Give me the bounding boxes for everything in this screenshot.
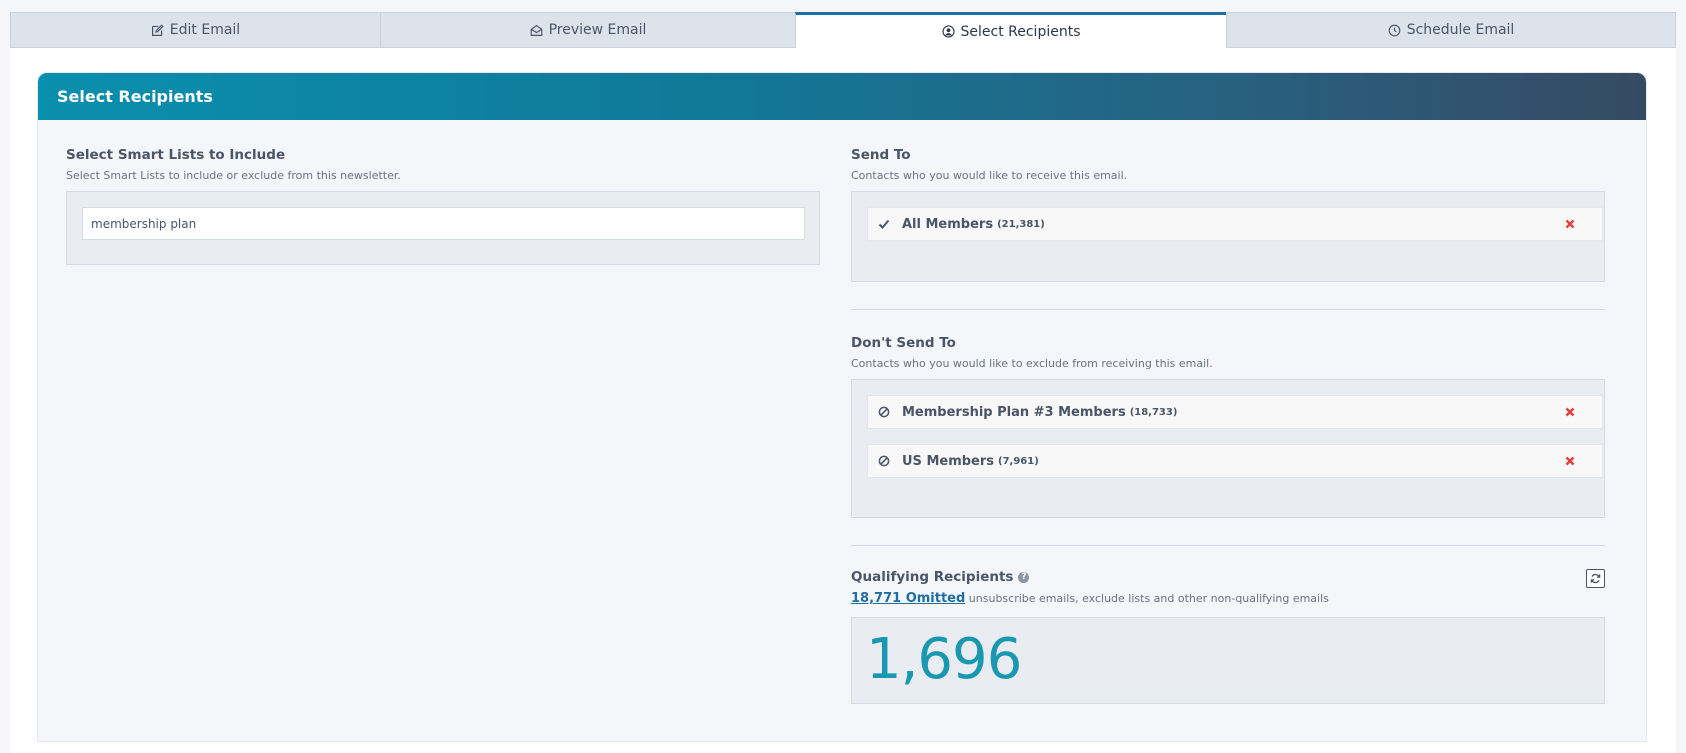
refresh-icon (1590, 573, 1601, 584)
send-to-item: All Members (21,381) (867, 207, 1603, 241)
tab-panel: Select Recipients Select Smart Lists to … (10, 48, 1676, 753)
remove-icon[interactable] (1564, 218, 1576, 230)
send-to-subtitle: Contacts who you would like to receive t… (851, 169, 1128, 182)
omitted-description: unsubscribe emails, exclude lists and ot… (965, 592, 1329, 605)
list-name: Membership Plan #3 Members (902, 404, 1126, 420)
tab-label: Select Recipients (960, 23, 1081, 40)
tab-label: Preview Email (548, 22, 647, 38)
card-header: Select Recipients (38, 73, 1646, 120)
omitted-link[interactable]: 18,771 Omitted (851, 591, 965, 606)
card-title: Select Recipients (57, 87, 213, 106)
list-count: (7,961) (998, 455, 1039, 467)
tab-preview-email[interactable]: Preview Email (380, 12, 795, 48)
list-name: US Members (902, 453, 995, 469)
clock-icon (1388, 24, 1401, 36)
ban-icon (878, 406, 892, 418)
qualifying-total: 1,696 (866, 627, 1022, 692)
remove-icon[interactable] (1564, 455, 1576, 467)
smart-list-search-input[interactable] (82, 207, 805, 240)
edit-icon (151, 23, 164, 36)
tab-bar: Edit Email Preview Email Select Recipien… (10, 12, 1676, 48)
send-to-title: Send To (851, 147, 911, 163)
smart-lists-box (66, 191, 820, 265)
tab-schedule-email[interactable]: Schedule Email (1226, 12, 1676, 48)
tab-edit-email[interactable]: Edit Email (10, 12, 380, 48)
send-to-box: All Members (21,381) (851, 191, 1605, 282)
qualifying-label: Qualifying Recipients (851, 569, 1014, 585)
refresh-button[interactable] (1586, 569, 1605, 588)
envelope-open-icon (530, 24, 542, 36)
recipients-card: Select Recipients Select Smart Lists to … (37, 72, 1647, 742)
smart-lists-title: Select Smart Lists to Include (66, 147, 286, 163)
divider (851, 545, 1605, 546)
help-icon[interactable]: ? (1018, 571, 1030, 583)
exclude-item: US Members (7,961) (867, 444, 1603, 478)
divider (851, 309, 1605, 310)
list-count: (21,381) (997, 218, 1045, 230)
dont-send-to-subtitle: Contacts who you would like to exclude f… (851, 357, 1213, 370)
dont-send-to-box: Membership Plan #3 Members (18,733) US M… (851, 379, 1605, 518)
user-circle-icon (941, 25, 955, 38)
ban-icon (878, 455, 892, 467)
tab-label: Schedule Email (1406, 22, 1515, 38)
list-name: All Members (902, 216, 994, 232)
tab-label: Edit Email (169, 22, 241, 38)
remove-icon[interactable] (1564, 406, 1576, 418)
qualifying-total-box: 1,696 (851, 617, 1605, 704)
list-count: (18,733) (1129, 406, 1178, 418)
qualifying-recipients-title: Qualifying Recipients ? (851, 569, 1030, 585)
omitted-summary: 18,771 Omitted unsubscribe emails, exclu… (851, 591, 1329, 606)
exclude-item: Membership Plan #3 Members (18,733) (867, 395, 1603, 429)
tab-select-recipients[interactable]: Select Recipients (795, 12, 1226, 48)
dont-send-to-title: Don't Send To (851, 335, 956, 351)
smart-lists-subtitle: Select Smart Lists to include or exclude… (66, 169, 401, 182)
check-icon (878, 218, 892, 230)
